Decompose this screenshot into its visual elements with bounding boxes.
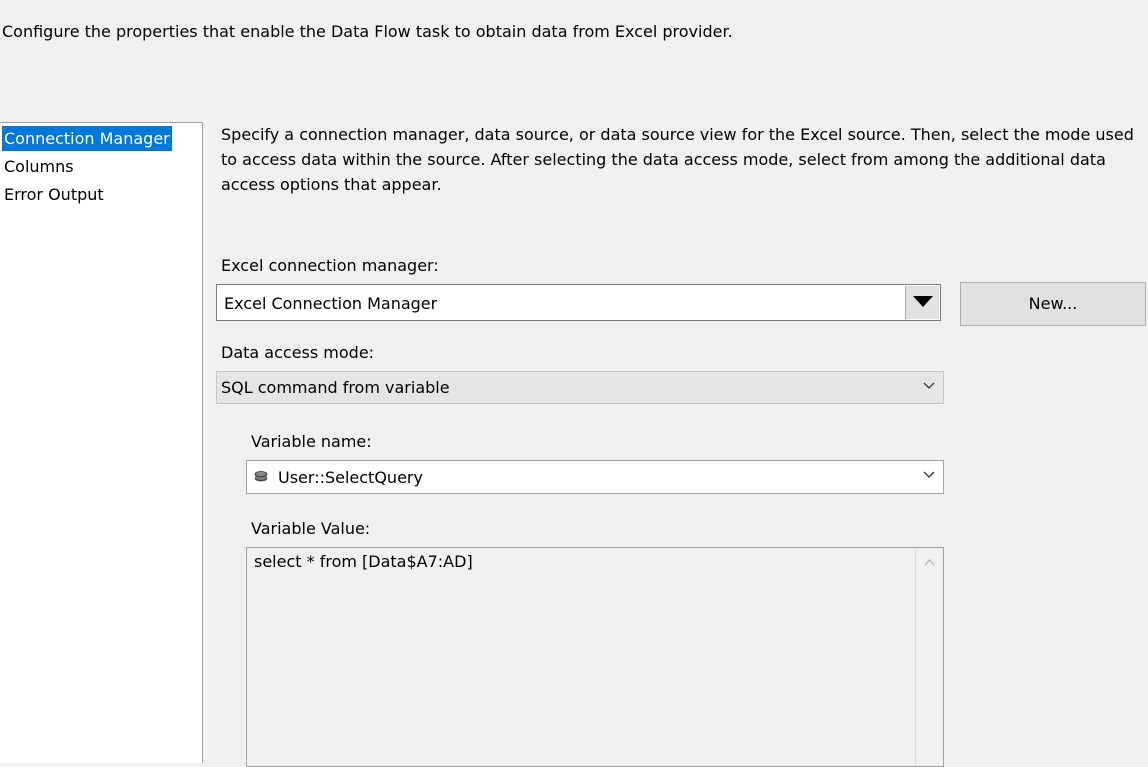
connection-manager-dropdown-button[interactable]: [905, 286, 939, 319]
triangle-down-icon: [913, 296, 933, 307]
nav-panel: Connection Manager Columns Error Output: [0, 122, 203, 763]
variable-name-dropdown[interactable]: User::SelectQuery: [246, 460, 944, 494]
variable-name-value: User::SelectQuery: [278, 468, 423, 487]
variable-value-text: select * from [Data$A7:AD]: [254, 552, 473, 571]
chevron-down-icon: [923, 382, 935, 389]
access-mode-label: Data access mode:: [221, 343, 375, 362]
connection-manager-value: Excel Connection Manager: [224, 294, 438, 313]
connection-manager-dropdown[interactable]: Excel Connection Manager: [216, 284, 941, 321]
chevron-down-icon: [923, 471, 935, 478]
access-mode-value: SQL command from variable: [221, 378, 450, 397]
variable-value-label: Variable Value:: [251, 519, 371, 538]
variable-value-scrollbar[interactable]: [915, 548, 943, 766]
new-connection-button[interactable]: New...: [960, 282, 1146, 326]
nav-item-columns[interactable]: Columns: [2, 154, 76, 179]
variable-name-label: Variable name:: [251, 432, 372, 451]
instructions-text: Specify a connection manager, data sourc…: [221, 125, 1134, 194]
access-mode-dropdown[interactable]: SQL command from variable: [216, 371, 944, 404]
nav-item-error-output[interactable]: Error Output: [2, 182, 106, 207]
nav-item-connection-manager[interactable]: Connection Manager: [2, 126, 172, 151]
page-description: Configure the properties that enable the…: [2, 22, 733, 41]
connection-manager-label: Excel connection manager:: [221, 256, 439, 275]
variable-icon: [254, 471, 268, 482]
chevron-up-icon[interactable]: [924, 559, 935, 566]
variable-value-textbox[interactable]: select * from [Data$A7:AD]: [246, 547, 944, 767]
